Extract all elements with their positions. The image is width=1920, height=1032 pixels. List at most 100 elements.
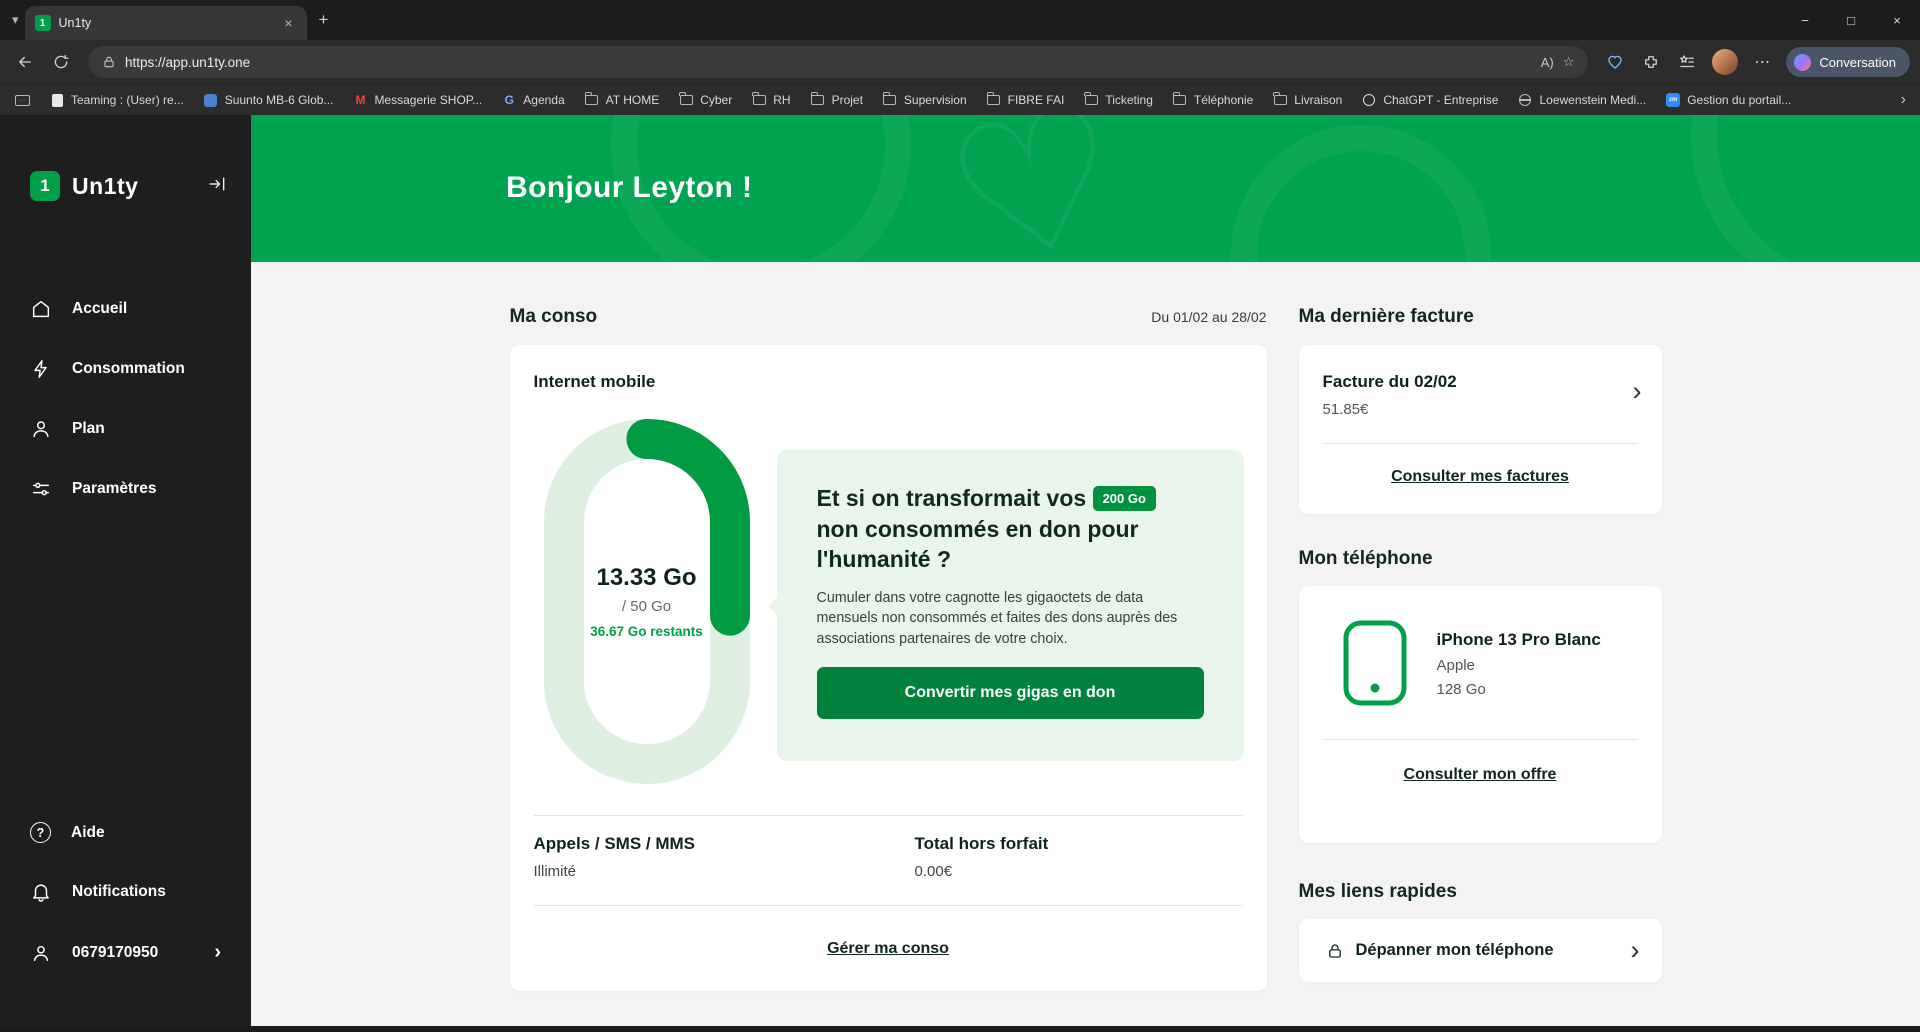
settings-menu-button[interactable]: ⋯: [1748, 52, 1776, 72]
profile-avatar[interactable]: [1712, 49, 1738, 75]
bookmark-item[interactable]: Messagerie SHOP...: [352, 92, 482, 108]
back-button[interactable]: [10, 47, 40, 77]
sidebar-item-accueil[interactable]: Accueil: [0, 279, 251, 339]
bookmarks-bar: ··· Teaming : (User) re... Suunto MB-6 G…: [0, 84, 1920, 115]
bookmark-folder[interactable]: RH: [751, 92, 790, 108]
browser-essentials-button[interactable]: [1600, 47, 1630, 77]
promo-body: Cumuler dans votre cagnotte les gigaocte…: [817, 588, 1204, 650]
manage-conso-link[interactable]: Gérer ma conso: [827, 940, 949, 957]
bookmarks-overflow-chevron-icon[interactable]: ›: [1901, 91, 1906, 109]
promo-title: Et si on transformait vos 200 Go non con…: [817, 483, 1204, 575]
hero-banner: ♡ Bonjour Leyton !: [251, 115, 1920, 262]
conso-section-title: Ma conso: [510, 306, 598, 328]
sidebar-item-plan[interactable]: Plan: [0, 399, 251, 459]
chevron-right-icon[interactable]: ›: [1633, 378, 1642, 405]
folder-icon: [810, 92, 826, 108]
bookmark-folder[interactable]: Ticketing: [1083, 92, 1153, 108]
address-bar[interactable]: https://app.un1ty.one A) ☆: [88, 46, 1588, 78]
gmail-icon: [352, 92, 368, 108]
bookmark-folder[interactable]: Supervision: [882, 92, 967, 108]
folder-icon: [1083, 92, 1099, 108]
conso-column: Ma conso Du 01/02 au 28/02 Internet mobi…: [510, 306, 1267, 991]
consult-offer-link[interactable]: Consulter mon offre: [1404, 766, 1557, 783]
folder-icon: [1272, 92, 1288, 108]
heart-pulse-icon: [1606, 53, 1624, 71]
tab-strip: ▾ 1 Un1ty × + − □ ×: [0, 0, 1920, 40]
minimize-button[interactable]: −: [1782, 0, 1828, 40]
bookmark-item[interactable]: Loewenstein Medi...: [1517, 92, 1646, 108]
bookmark-item[interactable]: Agenda: [501, 92, 564, 108]
maximize-button[interactable]: □: [1828, 0, 1874, 40]
sidebar-item-parametres[interactable]: Paramètres: [0, 459, 251, 519]
sliders-icon: [30, 478, 52, 500]
invoice-link-row: Consulter mes factures: [1299, 468, 1662, 486]
lock-icon: [1326, 942, 1344, 960]
calls-label: Appels / SMS / MMS: [534, 834, 915, 854]
overage-label: Total hors forfait: [915, 834, 1049, 854]
bookmark-folder[interactable]: Projet: [810, 92, 863, 108]
overage-value: 0.00€: [915, 863, 1049, 880]
unity-logo-icon: 1: [30, 171, 60, 201]
main-area: ♡ Bonjour Leyton ! Ma conso Du 01/02 au …: [251, 115, 1920, 1032]
read-aloud-icon[interactable]: A): [1541, 55, 1554, 70]
invoice-title: Facture du 02/02: [1323, 372, 1457, 392]
folder-icon: [678, 92, 694, 108]
bookmark-item[interactable]: Suunto MB-6 Glob...: [203, 92, 334, 108]
favorite-star-icon[interactable]: ☆: [1563, 54, 1575, 70]
bookmark-item[interactable]: Gestion du portail...: [1665, 92, 1791, 108]
bookmark-folder[interactable]: FIBRE FAI: [986, 92, 1065, 108]
document-icon: [49, 92, 65, 108]
invoice-section-title: Ma dernière facture: [1299, 306, 1474, 328]
chevron-right-icon: ›: [214, 941, 221, 964]
window-controls: − □ ×: [1782, 0, 1920, 40]
sidebar-item-notifications[interactable]: Notifications: [0, 862, 251, 922]
lightning-icon: [30, 358, 52, 380]
bookmark-folder[interactable]: Téléphonie: [1172, 92, 1253, 108]
sidebar-item-label: Accueil: [72, 300, 127, 318]
divider: [534, 815, 1243, 816]
bookmark-item[interactable]: ChatGPT - Entreprise: [1361, 92, 1498, 108]
bookmark-folder[interactable]: Livraison: [1272, 92, 1342, 108]
favorites-button[interactable]: [1672, 47, 1702, 77]
phone-storage: 128 Go: [1437, 681, 1486, 698]
phone-card: iPhone 13 Pro Blanc Apple 128 Go Consult…: [1299, 586, 1662, 843]
conversation-button[interactable]: Conversation: [1786, 47, 1910, 77]
folder-icon: [1172, 92, 1188, 108]
bookmark-folder[interactable]: AT HOME: [584, 92, 660, 108]
quick-link-label: Dépanner mon téléphone: [1356, 941, 1554, 960]
chevron-right-icon: ›: [1631, 937, 1640, 964]
refresh-button[interactable]: [46, 47, 76, 77]
data-used: 13.33 Go: [596, 564, 696, 592]
consult-invoices-link[interactable]: Consulter mes factures: [1391, 468, 1569, 485]
bookmark-item[interactable]: Teaming : (User) re...: [49, 92, 184, 108]
bookmark-label: ChatGPT - Entreprise: [1383, 93, 1498, 107]
extensions-button[interactable]: [1636, 47, 1666, 77]
bookmark-label: Messagerie SHOP...: [374, 93, 482, 107]
sidebar-item-aide[interactable]: ? Aide: [0, 803, 251, 862]
conversation-label: Conversation: [1819, 55, 1896, 70]
right-column: Ma dernière facture Facture du 02/02 51.…: [1299, 306, 1662, 991]
side-panel-icon[interactable]: ···: [14, 92, 30, 108]
convert-gigas-button[interactable]: Convertir mes gigas en don: [817, 667, 1204, 719]
quick-link-card[interactable]: Dépanner mon téléphone ›: [1299, 919, 1662, 982]
new-tab-button[interactable]: +: [319, 10, 329, 30]
promo-title-part: non consommés en don pour l'humanité ?: [817, 516, 1139, 573]
decor-heart-icon: ♡: [927, 115, 1146, 262]
sidebar-item-account[interactable]: 0679170950 ›: [0, 922, 251, 983]
copilot-icon: [1794, 54, 1811, 71]
zoom-icon: [1665, 92, 1681, 108]
chevron-down-icon[interactable]: ▾: [12, 12, 19, 28]
bookmark-label: Téléphonie: [1194, 93, 1253, 107]
bookmark-label: Loewenstein Medi...: [1539, 93, 1646, 107]
sidebar-nav: Accueil Consommation Plan Paramètres: [0, 231, 251, 519]
collapse-sidebar-button[interactable]: [207, 174, 227, 199]
bookmark-folder[interactable]: Cyber: [678, 92, 732, 108]
phone-section-title: Mon téléphone: [1299, 548, 1662, 570]
sidebar-item-consommation[interactable]: Consommation: [0, 339, 251, 399]
browser-tab[interactable]: 1 Un1ty ×: [25, 6, 307, 40]
calls-value: Illimité: [534, 863, 915, 880]
close-button[interactable]: ×: [1874, 0, 1920, 40]
sidebar-footer: ? Aide Notifications 0679170950 ›: [0, 803, 251, 1032]
home-icon: [30, 298, 52, 320]
tab-close-icon[interactable]: ×: [280, 15, 296, 31]
